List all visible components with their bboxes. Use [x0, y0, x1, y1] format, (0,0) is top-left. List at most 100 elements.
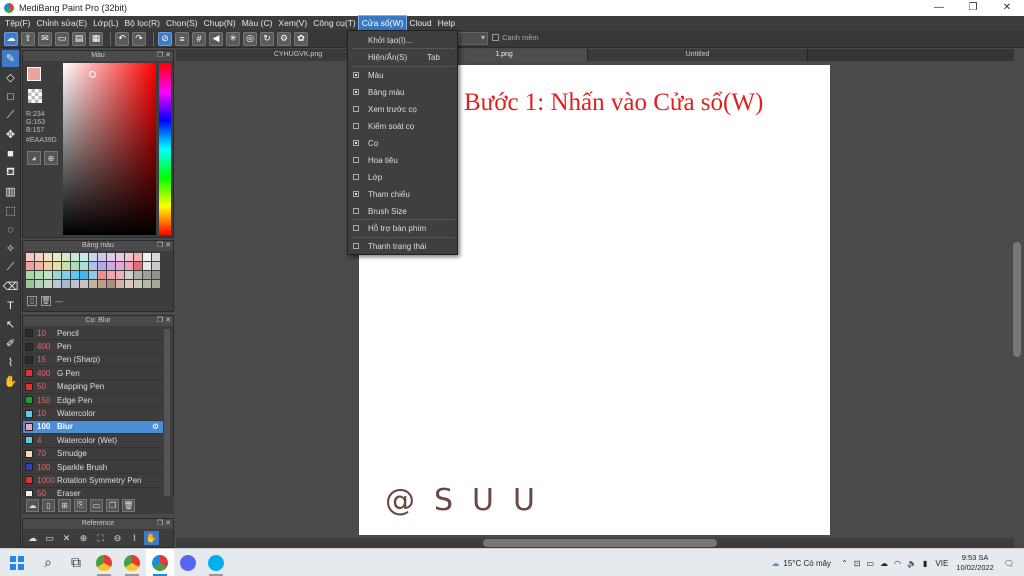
brush-row[interactable]: 100 Blur ⚙ — [23, 420, 163, 435]
curve-snap-icon[interactable]: ↻ — [260, 31, 274, 46]
menu-item[interactable]: Lớp(L) — [90, 16, 121, 30]
palette-swatch[interactable] — [53, 280, 61, 288]
weather-widget[interactable]: ☁ 15°C Có mây — [771, 559, 831, 568]
eyedropper-tool-icon[interactable]: ⌇ — [2, 354, 19, 371]
window-menu-item[interactable]: Xem trước cọ — [348, 101, 459, 117]
palette-swatch[interactable] — [89, 271, 97, 279]
brush-scrollbar[interactable] — [164, 329, 170, 509]
menu-item[interactable]: Màu (C) — [239, 16, 276, 30]
brush-row[interactable]: 100 Sparkle Brush — [23, 461, 163, 475]
add-brush-icon[interactable]: ⊞ — [58, 498, 71, 512]
color-wheel-icon[interactable]: ◕ — [27, 151, 41, 165]
panel-close-icon[interactable]: ❐ ✕ — [157, 519, 171, 529]
chrome-profile-icon[interactable] — [118, 549, 146, 576]
palette-swatch[interactable] — [98, 271, 106, 279]
hand-tool-icon[interactable]: ✋ — [2, 373, 19, 390]
cloud-ref-icon[interactable]: ☁ — [25, 531, 40, 545]
palette-swatch[interactable] — [62, 262, 70, 270]
windows-start-icon[interactable] — [0, 549, 34, 576]
circle-snap-icon[interactable]: ◎ — [243, 31, 257, 46]
lasso-tool-icon[interactable]: ◌ — [2, 221, 19, 238]
palette-swatch[interactable] — [71, 253, 79, 261]
settings-icon[interactable]: ✿ — [294, 31, 308, 46]
window-menu-item[interactable]: Hiện/Ẩn(S) Tab — [348, 49, 459, 65]
palette-swatch[interactable] — [107, 271, 115, 279]
palette-swatch[interactable] — [116, 271, 124, 279]
palette-swatch[interactable] — [116, 253, 124, 261]
foreground-color-swatch[interactable] — [27, 67, 41, 81]
select-eraser-tool-icon[interactable]: ⌫ — [2, 278, 19, 295]
dot-tool-icon[interactable]: ⟋ — [2, 107, 19, 124]
delete-palette-icon[interactable]: 🗑 — [41, 296, 51, 306]
duplicate-icon[interactable]: ❐ — [106, 498, 119, 512]
tray-app-icon[interactable]: ⊡ — [854, 559, 861, 568]
color-add-icon[interactable]: ⊕ — [44, 151, 58, 165]
chrome-icon[interactable] — [90, 549, 118, 576]
palette-swatch[interactable] — [26, 280, 34, 288]
palette-swatch[interactable] — [98, 253, 106, 261]
brush-row[interactable]: 10 Pencil — [23, 327, 163, 341]
document-tab[interactable]: Untitled — [588, 49, 808, 61]
move-tool-icon[interactable]: ✥ — [2, 126, 19, 143]
palette-swatch[interactable] — [134, 280, 142, 288]
palette-swatch[interactable] — [152, 253, 160, 261]
palette-swatch[interactable] — [152, 280, 160, 288]
brush-tool-icon[interactable]: ✎ — [2, 50, 19, 67]
palette-swatch[interactable] — [44, 253, 52, 261]
palette-swatch[interactable] — [98, 262, 106, 270]
grid-icon[interactable]: ▦ — [89, 31, 103, 46]
close-button[interactable]: ✕ — [990, 0, 1024, 16]
window-menu-item[interactable]: Tham chiếu — [348, 186, 459, 202]
menu-item[interactable]: Help — [435, 16, 458, 30]
panel-close-icon[interactable]: ❐ ✕ — [157, 241, 171, 251]
palette-swatch[interactable] — [71, 271, 79, 279]
brush-row[interactable]: 15 Pen (Sharp) — [23, 354, 163, 368]
palette-swatch[interactable] — [134, 271, 142, 279]
palette-swatch[interactable] — [53, 253, 61, 261]
toolbar-select[interactable] — [458, 32, 488, 45]
operation-tool-icon[interactable]: ↖ — [2, 316, 19, 333]
discord-icon[interactable] — [174, 549, 202, 576]
brush-row[interactable]: 70 Smudge — [23, 448, 163, 461]
divide-tool-icon[interactable]: ✐ — [2, 335, 19, 352]
select-tool-icon[interactable]: ⬚ — [2, 202, 19, 219]
hue-slider[interactable] — [159, 63, 171, 235]
crisscross-snap-icon[interactable]: # — [192, 31, 206, 46]
palette-swatch[interactable] — [116, 280, 124, 288]
window-menu-item[interactable]: Khởi tạo(I)... — [348, 32, 459, 48]
palette-swatch[interactable] — [125, 280, 133, 288]
saturation-value-picker[interactable] — [63, 63, 156, 235]
folder-icon[interactable]: ▭ — [90, 498, 103, 512]
monitor-icon[interactable]: ▭ — [866, 559, 874, 568]
gear-snap-icon[interactable]: ⚙ — [277, 31, 291, 46]
language-indicator[interactable]: VIE — [935, 559, 948, 568]
zoom-out-icon[interactable]: ⊖ — [110, 531, 125, 545]
chevron-up-icon[interactable]: ⌃ — [841, 559, 848, 568]
palette-swatch[interactable] — [107, 280, 115, 288]
palette-swatch[interactable] — [134, 262, 142, 270]
select-pen-tool-icon[interactable]: ⟋ — [2, 259, 19, 276]
gear-icon[interactable]: ⚙ — [152, 422, 159, 431]
palette-swatch[interactable] — [26, 271, 34, 279]
redo-icon[interactable]: ↷ — [132, 31, 146, 46]
undo-icon[interactable]: ↶ — [115, 31, 129, 46]
eraser-tool-icon[interactable]: ◇ — [2, 69, 19, 86]
palette-swatch[interactable] — [71, 280, 79, 288]
brush-row[interactable]: 400 G Pen — [23, 367, 163, 381]
palette-swatch[interactable] — [89, 262, 97, 270]
panel-close-icon[interactable]: ❐ ✕ — [157, 51, 171, 61]
cloud-icon[interactable]: ☁ — [4, 31, 18, 46]
chat-icon[interactable]: ▭ — [55, 31, 69, 46]
maximize-button[interactable]: ❐ — [956, 0, 990, 16]
menu-item[interactable]: Tệp(F) — [2, 16, 34, 30]
brush-row[interactable]: 400 Pen — [23, 340, 163, 354]
wifi-icon[interactable]: ◠ — [894, 559, 901, 568]
palette-swatch[interactable] — [89, 253, 97, 261]
palette-swatch[interactable] — [26, 253, 34, 261]
palette-swatch[interactable] — [44, 280, 52, 288]
volume-icon[interactable]: 🔈 — [907, 559, 917, 568]
window-menu-item[interactable]: Hoa tiêu — [348, 152, 459, 168]
eyedropper-ref-icon[interactable]: ⌇ — [127, 531, 142, 545]
palette-swatch[interactable] — [53, 262, 61, 270]
menu-item[interactable]: Chỉnh sửa(E) — [34, 16, 91, 30]
